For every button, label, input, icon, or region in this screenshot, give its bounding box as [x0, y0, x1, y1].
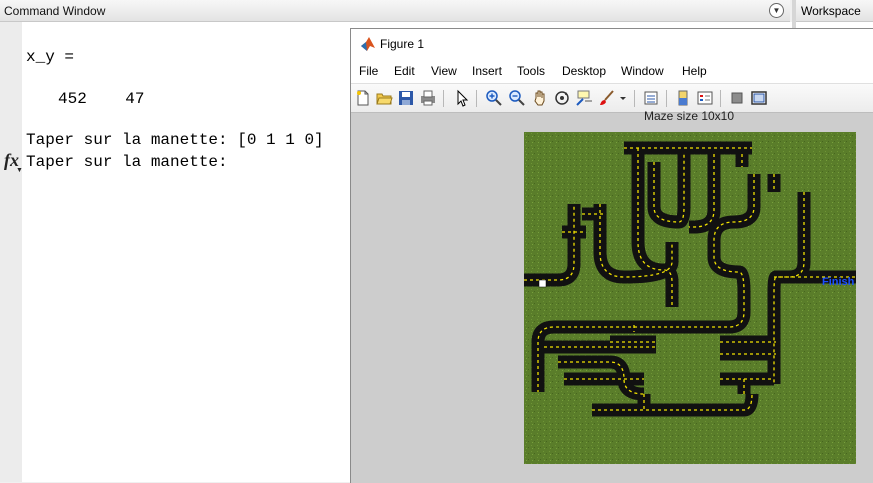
hide-plot-tools-icon[interactable]	[728, 89, 746, 107]
command-window-menu-icon[interactable]: ▼	[769, 3, 784, 18]
function-browser-caret-icon: ▼	[16, 167, 23, 174]
toolbar-separator	[443, 90, 444, 107]
matlab-logo-icon	[361, 37, 375, 51]
output-line: x_y =	[26, 48, 75, 66]
save-icon[interactable]	[397, 89, 415, 107]
menu-window[interactable]: Window	[621, 64, 664, 78]
menu-file[interactable]: File	[359, 64, 378, 78]
workspace-title: Workspace	[801, 4, 861, 18]
menu-desktop[interactable]: Desktop	[562, 64, 606, 78]
print-icon[interactable]	[419, 89, 437, 107]
select-arrow-icon[interactable]	[453, 89, 471, 107]
command-window-header: Command Window ▼	[0, 0, 790, 22]
brush-dropdown-icon[interactable]	[619, 89, 628, 107]
output-line: Taper sur la manette: [0 1 1 0]	[26, 131, 324, 149]
command-window-gutter	[0, 22, 22, 482]
figure-menubar: File Edit View Insert Tools Desktop Wind…	[351, 59, 873, 83]
menu-help[interactable]: Help	[682, 64, 707, 78]
output-line: 452 47	[58, 90, 145, 108]
prompt-line[interactable]: Taper sur la manette:	[26, 153, 228, 171]
open-file-icon[interactable]	[375, 89, 393, 107]
pan-icon[interactable]	[531, 89, 549, 107]
toolbar-separator	[634, 90, 635, 107]
command-window-title: Command Window	[4, 4, 106, 18]
player-marker	[538, 279, 547, 288]
brush-icon[interactable]	[597, 89, 615, 107]
new-figure-icon[interactable]	[354, 89, 372, 107]
menu-tools[interactable]: Tools	[517, 64, 545, 78]
toolbar-separator	[666, 90, 667, 107]
link-plot-icon[interactable]	[642, 89, 660, 107]
insert-legend-icon[interactable]	[696, 89, 714, 107]
toolbar-separator	[720, 90, 721, 107]
axes-title: Maze size 10x10	[643, 109, 735, 123]
data-cursor-icon[interactable]	[575, 89, 593, 107]
insert-colorbar-icon[interactable]	[674, 89, 692, 107]
show-plot-tools-icon[interactable]	[750, 89, 768, 107]
rotate-3d-icon[interactable]	[553, 89, 571, 107]
zoom-in-icon[interactable]	[485, 89, 503, 107]
figure-titlebar[interactable]: Figure 1	[351, 29, 873, 59]
maze-plot[interactable]: Finish	[524, 132, 856, 464]
finish-label: Finish	[822, 276, 855, 288]
figure-window: Figure 1 File Edit View Insert Tools Des…	[350, 28, 873, 483]
menu-edit[interactable]: Edit	[394, 64, 415, 78]
menu-view[interactable]: View	[431, 64, 457, 78]
workspace-header: Workspace	[796, 0, 873, 22]
toolbar-separator	[476, 90, 477, 107]
zoom-out-icon[interactable]	[508, 89, 526, 107]
menu-insert[interactable]: Insert	[472, 64, 502, 78]
figure-title: Figure 1	[380, 37, 425, 51]
